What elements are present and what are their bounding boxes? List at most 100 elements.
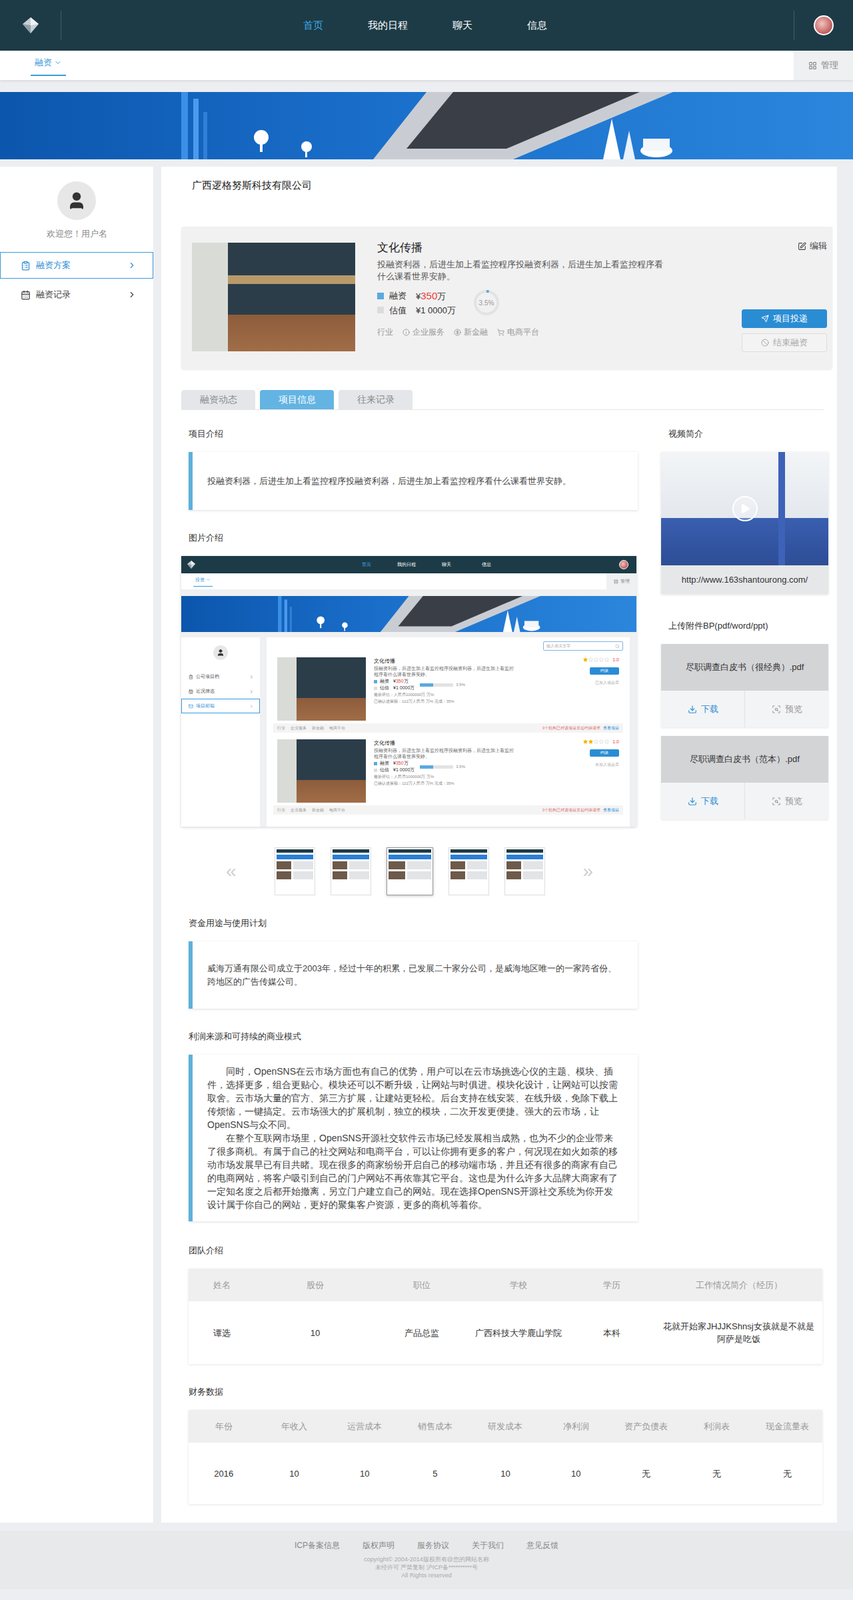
funds-section: 资金用途与使用计划威海万通有限公司成立于2003年，经过十年的积累，已发展二十家… — [181, 916, 638, 1009]
thumbnail[interactable] — [330, 847, 372, 895]
column-header: 利润表 — [681, 1409, 753, 1443]
sidebar-item[interactable]: 融资记录 — [0, 281, 154, 308]
download-button[interactable]: 下载 — [661, 782, 745, 820]
table-cell: 无 — [681, 1442, 753, 1504]
footer-link[interactable]: ICP备案信息 — [294, 1539, 340, 1551]
download-button[interactable]: 下载 — [661, 690, 745, 728]
thumbnail-row — [388, 860, 432, 869]
preview-search: 输入相关文字 — [543, 641, 624, 651]
sidebar-item[interactable]: 融资方案 — [0, 251, 154, 279]
preview-tag: 新金融 — [311, 807, 324, 814]
section-title: 团队介绍 — [188, 1243, 833, 1257]
tab[interactable]: 项目信息 — [259, 389, 334, 410]
progress-reading: 3.5% — [471, 287, 502, 318]
preview-button[interactable]: 预览 — [744, 690, 829, 728]
preview-tag-row: 行业企业服务新金融电商平台3个机构已对该项目发起约谈请求查看项目 — [273, 723, 624, 733]
download-icon — [687, 796, 698, 806]
project-description: 投融资利器，后进生加上看监控程序投融资利器，后进生加上看监控程序看什么课看世界安… — [377, 258, 671, 283]
grid-icon — [808, 61, 818, 70]
intro-box: 投融资利器，后进生加上看监控程序投融资利器，后进生加上看监控程序看什么课看世界安… — [188, 451, 638, 510]
nav-link[interactable]: 我的日程 — [350, 18, 426, 32]
preview-action-button[interactable]: 约谈 — [589, 667, 620, 675]
money-label: 估值 — [389, 303, 407, 318]
section-title: 利润来源和可持续的商业模式 — [188, 1029, 638, 1043]
preview-top-nav: 首页我的日程聊天信息 — [181, 555, 637, 574]
nav-link[interactable]: 聊天 — [425, 18, 500, 32]
star-icon — [593, 739, 599, 744]
footer-note: All Rights reserved — [401, 1570, 452, 1579]
industry-tag: 新金融 — [453, 326, 488, 338]
project-title: 文化传播 — [377, 239, 742, 256]
preview-link[interactable]: 查看项目 — [603, 807, 620, 814]
preview-project-title: 文化传播 — [373, 739, 558, 747]
preview-action-button[interactable]: 约谈 — [589, 749, 620, 757]
play-icon — [739, 503, 751, 514]
logo[interactable] — [0, 10, 62, 40]
industry-tag: 电商平台 — [497, 326, 540, 338]
user-avatar[interactable] — [813, 15, 834, 36]
thumbnail[interactable] — [448, 847, 490, 895]
project-card: 文化传播投融资利器，后进生加上看监控程序投融资利器，后进生加上看监控程序看什么课… — [181, 226, 833, 370]
footer-link[interactable]: 服务协议 — [417, 1539, 450, 1551]
chevron-right-icon — [249, 689, 254, 694]
chevron-right-icon — [127, 289, 137, 300]
tag-icon — [402, 328, 410, 336]
sub-nav: 融资 管理 — [0, 50, 853, 80]
submit-project-button[interactable]: 项目投递 — [741, 309, 828, 328]
nav-menu: 首页我的日程聊天信息 — [61, 18, 794, 32]
paragraph: 同时，OpenSNS在云市场方面也有自己的优势，用户可以在云市场挑选心仪的主题、… — [207, 1064, 622, 1131]
nav-link[interactable]: 首页 — [275, 18, 351, 32]
file-name: 尽职调查白皮书（很经典）.pdf — [661, 643, 829, 691]
thumbnail[interactable] — [504, 847, 546, 895]
table-cell: 谭选 — [188, 1300, 256, 1364]
thumbnail-row — [332, 870, 370, 879]
footer-link[interactable]: 关于我们 — [471, 1539, 504, 1551]
profit-box: 同时，OpenSNS在云市场方面也有自己的优势，用户可以在云市场挑选心仪的主题、… — [188, 1054, 638, 1221]
money-value: ¥1 0000万 — [393, 684, 415, 692]
tab[interactable]: 往来记录 — [338, 389, 413, 410]
preview-banner-image — [181, 595, 637, 632]
preview-progress: 3.5% — [419, 682, 466, 687]
column-header: 姓名 — [188, 1268, 256, 1301]
table-cell: 5 — [399, 1442, 471, 1504]
money-value: ¥350万 — [393, 677, 409, 685]
footer-link[interactable]: 意见反馈 — [526, 1539, 559, 1551]
edit-button[interactable]: 编辑 — [797, 239, 828, 252]
prev-button[interactable]: « — [203, 860, 260, 882]
preview-progress: 3.5% — [419, 764, 466, 769]
column-header: 工作情况简介（经历） — [655, 1268, 823, 1301]
star-icon — [583, 739, 588, 744]
table-cell: 10 — [329, 1442, 400, 1504]
manage-button[interactable]: 管理 — [793, 50, 853, 80]
table-cell: 花就开始家JHJJKShnsj女孩就是不就是阿萨是吃饭 — [655, 1300, 823, 1364]
thumbnail-banner — [506, 854, 544, 859]
table-cell: 2016 — [188, 1442, 260, 1504]
play-button[interactable] — [732, 495, 758, 522]
tab[interactable]: 融资动态 — [181, 389, 256, 410]
preview-link[interactable]: 查看项目 — [603, 725, 620, 732]
preview-nav-link: 首页 — [346, 561, 387, 568]
preview-note: 已加入项目库 — [595, 679, 620, 686]
preview-rating: 1.0 — [583, 657, 620, 662]
next-button[interactable]: » — [560, 860, 617, 882]
star-icon — [593, 657, 599, 662]
thumbnail[interactable] — [274, 847, 316, 895]
column-header: 资产负债表 — [611, 1409, 682, 1443]
sub-nav-tab[interactable]: 融资 — [30, 50, 66, 76]
thumbnail[interactable] — [386, 847, 434, 895]
preview-button[interactable]: 预览 — [744, 782, 829, 820]
nav-link[interactable]: 信息 — [499, 18, 575, 32]
footer-link[interactable]: 版权声明 — [362, 1539, 395, 1551]
thumbnail-row — [332, 860, 370, 869]
preview-tag-row: 行业企业服务新金融电商平台3个机构已对该项目发起约谈请求查看项目 — [273, 805, 624, 815]
menu-icon — [188, 674, 194, 680]
legend-swatch — [373, 761, 378, 766]
preview-tag: 企业服务 — [290, 725, 307, 732]
star-icon — [588, 657, 594, 662]
section-title: 图片介绍 — [188, 531, 638, 545]
progress-ring: 3.5% — [471, 287, 502, 318]
progress-fill — [419, 683, 434, 687]
table-cell: 无 — [611, 1442, 682, 1504]
section-title: 上传附件BP(pdf/word/ppt) — [668, 619, 829, 633]
preview-project-title: 文化传播 — [373, 657, 558, 665]
